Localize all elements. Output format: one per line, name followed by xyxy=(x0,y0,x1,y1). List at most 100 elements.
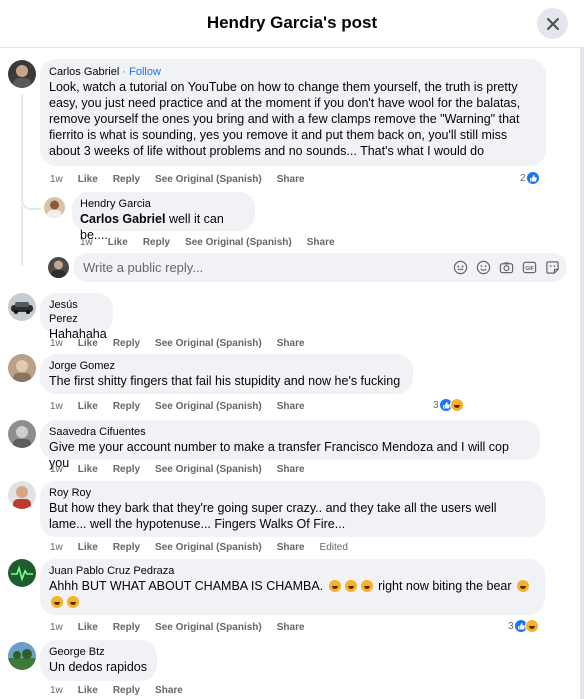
reaction-summary[interactable]: 3 xyxy=(433,398,464,412)
like-button[interactable]: Like xyxy=(78,401,98,412)
see-original-button[interactable]: See Original (Spanish) xyxy=(185,237,292,248)
share-button[interactable]: Share xyxy=(277,622,305,633)
avatar xyxy=(48,257,69,278)
edited-label[interactable]: Edited xyxy=(320,542,348,553)
reply-button[interactable]: Reply xyxy=(143,237,170,248)
avatar[interactable] xyxy=(44,197,65,218)
camera-icon[interactable] xyxy=(499,260,514,275)
follow-link[interactable]: Follow xyxy=(129,66,161,78)
scrollbar[interactable] xyxy=(580,48,584,699)
reply-button[interactable]: Reply xyxy=(113,338,140,349)
comment-actions: 1w Like Reply See Original (Spanish) Sha… xyxy=(50,174,320,185)
avatar[interactable] xyxy=(8,481,36,509)
like-button[interactable]: Like xyxy=(78,685,98,696)
gif-icon[interactable]: GIF xyxy=(522,260,537,275)
comment-actions: 1w Like Reply See Original (Spanish) Sha… xyxy=(50,401,320,412)
share-button[interactable]: Share xyxy=(277,401,305,412)
share-button[interactable]: Share xyxy=(307,237,335,248)
see-original-button[interactable]: See Original (Spanish) xyxy=(155,174,262,185)
like-button[interactable]: Like xyxy=(78,174,98,185)
avatar[interactable] xyxy=(8,293,36,321)
reaction-summary[interactable]: 3 xyxy=(508,619,539,633)
comment-text-continued: right now biting the bear xyxy=(378,579,512,593)
comment-time[interactable]: 1w xyxy=(50,464,63,475)
like-button[interactable]: Like xyxy=(78,464,98,475)
like-button[interactable]: Like xyxy=(78,622,98,633)
reply-button[interactable]: Reply xyxy=(113,685,140,696)
avatar[interactable] xyxy=(8,60,36,88)
comment-time[interactable]: 1w xyxy=(50,174,63,185)
comment-time[interactable]: 1w xyxy=(80,237,93,248)
comment-author[interactable]: Jesús Perez xyxy=(49,298,104,326)
see-original-button[interactable]: See Original (Spanish) xyxy=(155,401,262,412)
share-button[interactable]: Share xyxy=(277,542,305,553)
see-original-button[interactable]: See Original (Spanish) xyxy=(155,338,262,349)
like-button[interactable]: Like xyxy=(78,542,98,553)
comment-text: But how they bark that they're going sup… xyxy=(49,501,497,531)
comment-text: The first shitty fingers that fail his s… xyxy=(49,374,401,388)
comment-time[interactable]: 1w xyxy=(50,401,63,412)
comment-bubble: Saavedra Cifuentes Give me your account … xyxy=(40,420,540,470)
reaction-count: 3 xyxy=(433,399,439,411)
see-original-button[interactable]: See Original (Spanish) xyxy=(155,542,262,553)
haha-reaction-icon xyxy=(524,619,539,633)
share-button[interactable]: Share xyxy=(277,174,305,185)
share-button[interactable]: Share xyxy=(277,338,305,349)
avatar[interactable] xyxy=(8,420,36,448)
laughing-emoji-icon xyxy=(517,580,530,592)
laughing-emoji-icon xyxy=(67,596,79,608)
close-button[interactable] xyxy=(537,8,568,39)
avatar[interactable] xyxy=(8,559,36,587)
share-button[interactable]: Share xyxy=(155,685,183,696)
thread-connector xyxy=(21,95,41,210)
comment-author[interactable]: Roy Roy xyxy=(49,486,536,500)
reaction-count: 2 xyxy=(520,172,526,184)
reply-button[interactable]: Reply xyxy=(113,464,140,475)
avatar-sticker-icon[interactable] xyxy=(453,260,468,275)
comment-actions: 1w Like Reply See Original (Spanish) Sha… xyxy=(50,622,320,633)
like-button[interactable]: Like xyxy=(78,338,98,349)
comment-actions: 1w Like Reply See Original (Spanish) Sha… xyxy=(50,338,320,349)
comment-author[interactable]: Jorge Gomez xyxy=(49,359,404,373)
comment-text: Ahhh BUT WHAT ABOUT CHAMBA IS CHAMBA. xyxy=(49,579,324,593)
reply-button[interactable]: Reply xyxy=(113,401,140,412)
svg-text:GIF: GIF xyxy=(525,266,534,272)
laughing-emoji-icon xyxy=(51,596,63,608)
comment-author[interactable]: Hendry Garcia xyxy=(80,197,247,211)
reply-button[interactable]: Reply xyxy=(113,622,140,633)
reply-button[interactable]: Reply xyxy=(113,174,140,185)
comment-author[interactable]: Saavedra Cifuentes xyxy=(49,425,531,439)
comment-time[interactable]: 1w xyxy=(50,542,63,553)
reply-input[interactable] xyxy=(83,258,423,277)
comment-author[interactable]: Juan Pablo Cruz Pedraza xyxy=(49,564,536,578)
see-original-button[interactable]: See Original (Spanish) xyxy=(155,464,262,475)
comment-time[interactable]: 1w xyxy=(50,338,63,349)
comment-author[interactable]: George Btz xyxy=(49,645,148,659)
reply-composer[interactable]: GIF xyxy=(73,253,567,282)
sticker-icon[interactable] xyxy=(545,260,560,275)
reaction-summary[interactable]: 2 xyxy=(520,171,540,185)
reply-button[interactable]: Reply xyxy=(113,542,140,553)
avatar[interactable] xyxy=(8,354,36,382)
like-reaction-icon xyxy=(525,171,540,185)
comment-actions: 1w Like Reply See Original (Spanish) Sha… xyxy=(80,237,350,248)
comment-time[interactable]: 1w xyxy=(50,622,63,633)
comment-text: Look, watch a tutorial on YouTube on how… xyxy=(49,80,521,158)
emoji-icon[interactable] xyxy=(476,260,491,275)
avatar[interactable] xyxy=(8,642,36,670)
see-original-button[interactable]: See Original (Spanish) xyxy=(155,622,262,633)
share-button[interactable]: Share xyxy=(277,464,305,475)
close-icon xyxy=(546,17,559,30)
comment-actions: 1w Like Reply See Original (Spanish) Sha… xyxy=(50,464,320,475)
reaction-count: 3 xyxy=(508,620,514,632)
haha-reaction-icon xyxy=(449,398,464,412)
like-button[interactable]: Like xyxy=(108,237,128,248)
comment-author[interactable]: Carlos Gabriel xyxy=(49,66,119,78)
comment-actions: 1w Like Reply See Original (Spanish) Sha… xyxy=(50,542,363,553)
dialog-title: Hendry Garcia's post xyxy=(206,13,378,32)
comment-time[interactable]: 1w xyxy=(50,685,63,696)
comment-bubble: Jorge Gomez The first shitty fingers tha… xyxy=(40,354,413,394)
comment-bubble: Jesús Perez Hahahaha xyxy=(40,293,113,341)
mention-link[interactable]: Carlos Gabriel xyxy=(80,212,165,226)
laughing-emoji-icon xyxy=(360,580,373,592)
